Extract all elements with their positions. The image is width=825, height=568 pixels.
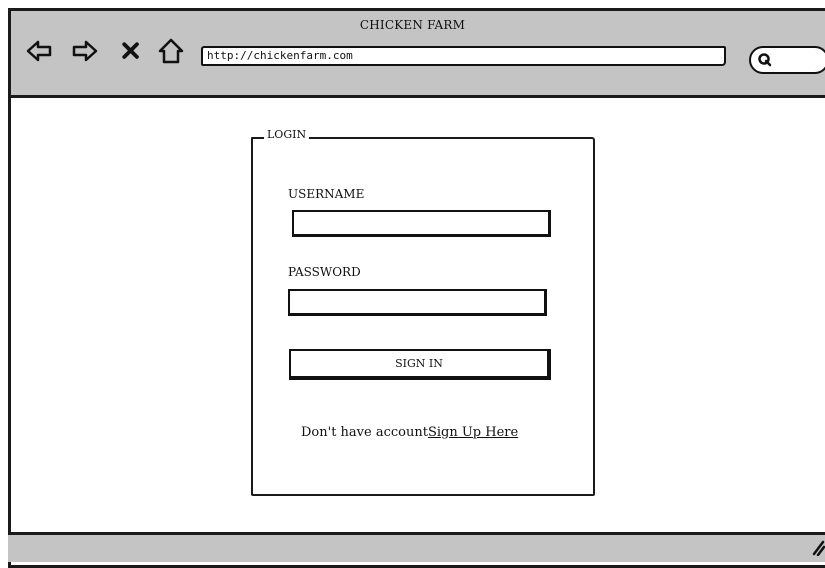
back-button[interactable] [26,38,52,64]
status-bar [8,532,825,562]
search-icon [758,53,772,67]
right-arrow-icon [72,40,98,62]
login-legend: LOGIN [264,128,310,141]
sign-up-link[interactable]: Sign Up Here [428,425,518,440]
left-arrow-icon [26,40,52,62]
username-input[interactable] [292,210,551,237]
username-label: USERNAME [288,187,365,201]
address-bar[interactable]: http://chickenfarm.com [201,46,726,66]
search-button[interactable] [749,46,825,74]
forward-button[interactable] [72,38,98,64]
no-account-text: Don't have account [301,425,428,440]
close-x-icon [122,42,139,59]
signup-prompt: Don't have accountSign Up Here [301,425,518,440]
window-title: CHICKEN FARM [359,18,466,32]
home-icon [158,38,184,64]
password-input[interactable] [288,289,547,316]
sign-in-button[interactable]: SIGN IN [289,349,551,380]
resize-grip-icon[interactable] [811,538,825,556]
stop-button[interactable] [120,38,142,64]
password-label: PASSWORD [288,265,361,279]
home-button[interactable] [158,38,184,64]
